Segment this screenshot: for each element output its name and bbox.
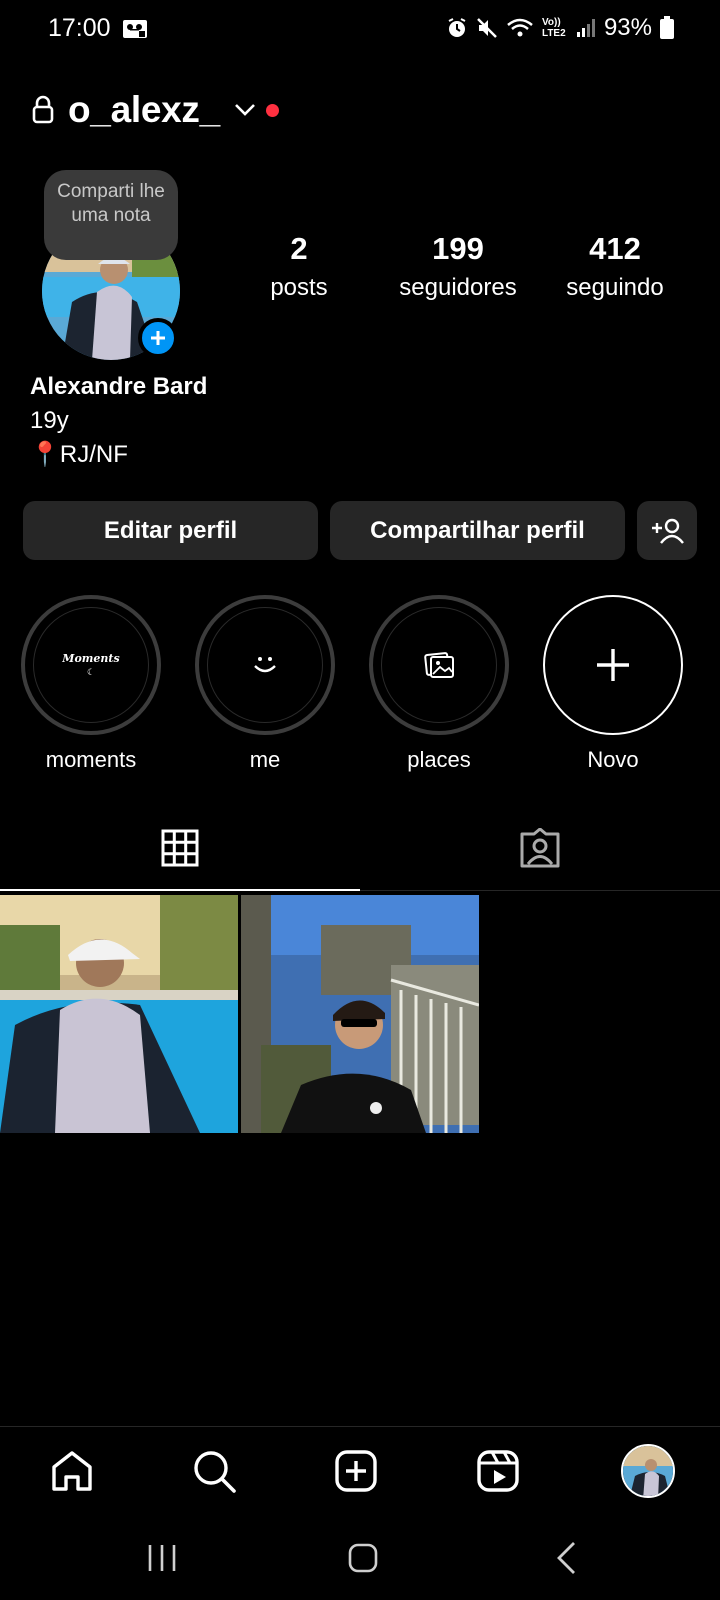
stat-followers[interactable]: 199 seguidores [383, 232, 533, 304]
reels-icon [477, 1450, 519, 1492]
nav-profile[interactable] [618, 1441, 678, 1501]
stat-posts-value: 2 [290, 231, 308, 266]
network-label: Vo)) LTE2 [541, 17, 566, 39]
signal-icon [576, 17, 596, 39]
search-icon [194, 1451, 236, 1493]
highlight-cover-text: Moments [62, 652, 120, 665]
battery-icon [660, 16, 674, 40]
system-nav-bar [0, 1514, 720, 1600]
highlight-new[interactable]: Novo [543, 595, 683, 773]
post-thumbnail[interactable] [241, 895, 479, 1133]
nav-reels[interactable] [468, 1441, 528, 1501]
plus-icon [151, 331, 165, 345]
photos-icon [424, 652, 454, 678]
bottom-nav [0, 1426, 720, 1514]
create-icon [335, 1450, 377, 1492]
stat-following[interactable]: 412 seguindo [540, 232, 690, 304]
highlight-ring: Moments ☾ [21, 595, 161, 735]
add-person-icon [652, 518, 684, 544]
highlight-label: places [407, 747, 471, 772]
share-profile-button[interactable]: Compartilhar perfil [330, 501, 625, 560]
bio-line: 19y [30, 407, 69, 434]
recent-apps-button[interactable] [132, 1536, 192, 1580]
nav-search[interactable] [184, 1441, 244, 1501]
smiley-icon [254, 657, 276, 673]
stat-followers-label: seguidores [399, 274, 517, 301]
home-icon [52, 1451, 92, 1491]
home-button[interactable] [333, 1536, 393, 1580]
profile-avatar [621, 1444, 675, 1498]
active-tab-indicator [0, 889, 360, 891]
username[interactable]: o_alexz_ [68, 89, 220, 131]
highlight-label: me [249, 747, 281, 772]
profile-header: o_alexz_ [30, 88, 279, 132]
voicemail-icon [122, 19, 148, 44]
nav-create[interactable] [326, 1441, 386, 1501]
edit-profile-button[interactable]: Editar perfil [23, 501, 318, 560]
highlight-moments[interactable]: Moments ☾ moments [21, 595, 161, 773]
highlight-ring [195, 595, 335, 735]
note-bubble[interactable]: Comparti lhe uma nota [44, 170, 178, 260]
highlight-label: moments [45, 747, 137, 772]
nav-home[interactable] [42, 1441, 102, 1501]
status-icons: Vo)) LTE2 93% [446, 14, 674, 42]
grid-icon [161, 829, 199, 867]
highlight-cover [207, 607, 323, 723]
new-highlight-ring [543, 595, 683, 735]
moon-icon: ☾ [86, 667, 96, 677]
stat-followers-value: 199 [432, 231, 484, 266]
system-home-icon [348, 1543, 378, 1573]
highlight-ring [369, 595, 509, 735]
back-button[interactable] [536, 1536, 596, 1580]
stat-following-label: seguindo [566, 274, 664, 301]
mute-icon [476, 17, 498, 39]
highlight-cover: Moments ☾ [33, 607, 149, 723]
status-bar: 17:00 Vo)) LTE2 93% [0, 0, 720, 58]
plus-icon [597, 649, 629, 681]
stat-posts-label: posts [270, 274, 328, 301]
add-person-button[interactable] [637, 501, 697, 560]
stat-posts[interactable]: 2 posts [224, 232, 374, 304]
alarm-icon [446, 17, 468, 39]
wifi-icon [506, 17, 534, 39]
notification-dot [265, 103, 279, 117]
tab-tagged[interactable] [360, 805, 720, 891]
back-icon [557, 1542, 575, 1574]
highlight-cover [381, 607, 497, 723]
post-thumbnail[interactable] [0, 895, 238, 1133]
display-name: Alexandre Bard [30, 373, 208, 400]
chevron-down-icon[interactable] [234, 103, 256, 122]
recent-apps-icon [148, 1545, 176, 1571]
bio-location: 📍RJ/NF [30, 441, 128, 468]
status-time: 17:00 [48, 14, 111, 42]
add-story-button[interactable] [138, 318, 178, 358]
stat-following-value: 412 [589, 231, 641, 266]
highlight-me[interactable]: me [195, 595, 335, 773]
tagged-icon [520, 828, 560, 868]
highlight-label: Novo [587, 747, 639, 772]
tab-posts-grid[interactable] [0, 805, 360, 891]
lock-icon [30, 95, 56, 125]
profile-tabs [0, 805, 720, 891]
battery-text: 93% [603, 14, 652, 41]
bio: Alexandre Bard 19y 📍RJ/NF [30, 370, 207, 472]
highlight-places[interactable]: places [369, 595, 509, 773]
